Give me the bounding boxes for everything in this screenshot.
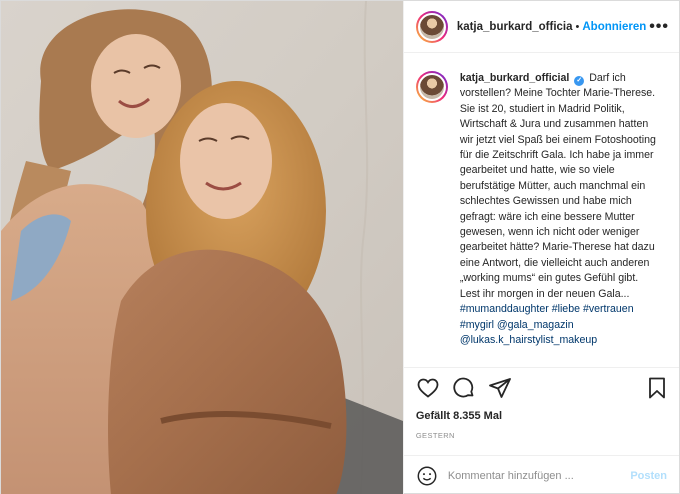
caption-username[interactable]: katja_burkard_official bbox=[460, 72, 570, 84]
avatar[interactable] bbox=[415, 10, 448, 43]
emoji-icon[interactable] bbox=[416, 465, 438, 487]
mention-link[interactable]: @lukas.k_hairstylist_makeup bbox=[460, 334, 597, 346]
comment-input[interactable] bbox=[447, 469, 631, 482]
caption-avatar[interactable] bbox=[415, 71, 448, 103]
hashtag-link[interactable]: #mumanddaughter bbox=[460, 303, 549, 315]
verified-badge-icon: ✓ bbox=[574, 76, 585, 86]
post-date: GESTERN bbox=[415, 431, 455, 440]
action-bar bbox=[403, 367, 679, 407]
caption-text: Darf ich vorstellen? Meine Tochter Marie… bbox=[459, 72, 656, 300]
instagram-post: katja_burkard_officia • Abonnieren ••• k… bbox=[0, 0, 680, 494]
hashtag-link[interactable]: #liebe bbox=[552, 303, 580, 315]
comments-area[interactable]: katja_burkard_official ✓ Darf ich vorste… bbox=[404, 53, 679, 367]
follow-button[interactable]: Abonnieren bbox=[582, 21, 646, 33]
share-icon[interactable] bbox=[488, 376, 512, 400]
post-sidebar: katja_burkard_officia • Abonnieren ••• k… bbox=[402, 1, 679, 494]
separator-dot: • bbox=[575, 20, 580, 33]
heart-icon[interactable] bbox=[416, 376, 440, 400]
more-options-icon[interactable]: ••• bbox=[649, 18, 669, 36]
caption: katja_burkard_official ✓ Darf ich vorste… bbox=[460, 71, 658, 348]
header-username[interactable]: katja_burkard_officia bbox=[457, 21, 573, 33]
post-header: katja_burkard_officia • Abonnieren ••• bbox=[403, 1, 679, 53]
likes-count[interactable]: Gefällt 8.355 Mal bbox=[404, 407, 679, 429]
hashtag-link[interactable]: #mygirl bbox=[460, 319, 494, 331]
caption-row: katja_burkard_official ✓ Darf ich vorste… bbox=[415, 71, 669, 348]
hashtag-link[interactable]: #vertrauen bbox=[583, 303, 634, 315]
mention-link[interactable]: @gala_magazin bbox=[497, 319, 574, 331]
bookmark-icon[interactable] bbox=[645, 376, 669, 400]
photo-illustration bbox=[1, 1, 403, 494]
add-comment-bar: Posten bbox=[403, 455, 679, 494]
comment-icon[interactable] bbox=[452, 376, 476, 400]
caption-avatar-image bbox=[417, 73, 446, 101]
post-comment-button[interactable]: Posten bbox=[630, 470, 667, 482]
avatar-image bbox=[417, 12, 446, 41]
post-photo[interactable] bbox=[1, 1, 403, 494]
